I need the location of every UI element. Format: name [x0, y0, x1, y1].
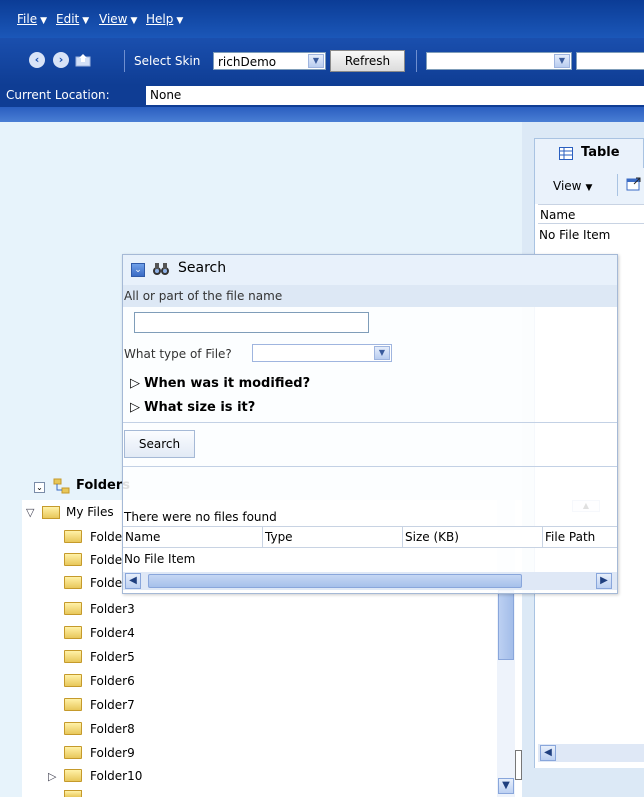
expand-toggle-icon[interactable]: ▷ [48, 770, 56, 783]
folder-icon [64, 553, 82, 566]
binoculars-icon [152, 261, 170, 277]
dialog-divider [123, 422, 617, 423]
tab-table[interactable]: Table [534, 138, 644, 168]
folder-icon [64, 722, 82, 735]
skin-select[interactable]: richDemo ▼ [213, 52, 326, 70]
collapse-icon[interactable]: ⌄ [34, 482, 45, 493]
forward-icon[interactable]: › [53, 52, 69, 68]
skin-select-value: richDemo [218, 55, 277, 69]
file-type-select[interactable]: ▼ [252, 344, 392, 362]
folder-icon [64, 674, 82, 687]
menu-help[interactable]: Help ▼ [146, 12, 183, 26]
folder-icon [64, 650, 82, 663]
back-icon[interactable]: ‹ [29, 52, 45, 68]
toolbar-separator [416, 50, 417, 72]
column-header-size[interactable]: Size (KB) [403, 527, 543, 548]
file-type-label: What type of File? [124, 347, 232, 361]
folder-icon [64, 530, 82, 543]
column-header-name[interactable]: Name [123, 527, 263, 548]
chevron-down-icon: ▼ [374, 346, 390, 360]
menu-file[interactable]: File ▼ [17, 12, 47, 26]
chevron-down-icon: ▼ [554, 54, 570, 68]
dialog-divider [123, 466, 617, 467]
expand-toggle-icon[interactable]: ▽ [26, 506, 34, 519]
folder-icon [64, 576, 82, 589]
current-location-field[interactable]: None [146, 86, 644, 105]
search-button[interactable]: Search [124, 430, 195, 458]
results-hscroll-thumb[interactable] [148, 574, 522, 588]
scroll-left-icon[interactable]: ◀ [540, 745, 556, 761]
search-dialog-title: Search [178, 260, 227, 276]
folder-icon [64, 698, 82, 711]
select-skin-label: Select Skin [134, 54, 201, 68]
tab-table-label: Table [581, 145, 620, 160]
splitter-handle[interactable] [515, 750, 522, 780]
disclosure-triangle-icon: ▷ [130, 400, 145, 415]
folder-tree-icon [53, 478, 71, 494]
folder-icon [64, 602, 82, 615]
scroll-right-icon[interactable]: ▶ [596, 573, 612, 589]
chevron-down-icon: ▼ [308, 54, 324, 68]
header-strip [0, 107, 644, 122]
toolbar-field[interactable] [576, 52, 644, 70]
folder-icon [64, 790, 82, 797]
folder-icon [64, 746, 82, 759]
refresh-button[interactable]: Refresh [330, 50, 405, 72]
secondary-select[interactable]: ▼ [426, 52, 572, 70]
folder-icon [64, 769, 82, 782]
column-header-file-path[interactable]: File Path [543, 527, 617, 548]
table-icon [559, 147, 573, 163]
collapse-icon[interactable]: ⌄ [131, 263, 145, 277]
modified-disclosure[interactable]: ▷ When was it modified? [130, 376, 310, 391]
view-menu[interactable]: View ▼ [553, 179, 592, 193]
menu-view[interactable]: View ▼ [99, 12, 137, 26]
size-disclosure[interactable]: ▷ What size is it? [130, 400, 255, 415]
detach-icon[interactable] [626, 176, 642, 192]
disclosure-triangle-icon: ▷ [130, 376, 145, 391]
toolbar-separator [617, 174, 618, 196]
results-empty-row: No File Item [124, 552, 196, 566]
folder-icon [64, 626, 82, 639]
filename-input[interactable] [134, 312, 369, 333]
tree-root-my-files[interactable]: My Files [66, 505, 114, 519]
current-location-label: Current Location: [6, 88, 110, 102]
folders-vscroll-thumb[interactable] [498, 590, 514, 660]
toolbar-separator [124, 50, 125, 72]
scroll-left-icon[interactable]: ◀ [125, 573, 141, 589]
folder-up-icon[interactable] [75, 53, 92, 67]
table-column-name[interactable]: Name [538, 204, 644, 224]
table-empty-text: No File Item [539, 228, 611, 242]
folder-icon [42, 506, 60, 519]
menu-bar [0, 0, 644, 38]
menu-edit[interactable]: Edit ▼ [56, 12, 89, 26]
column-header-type[interactable]: Type [263, 527, 403, 548]
filename-label: All or part of the file name [124, 289, 283, 303]
search-result-message: There were no files found [124, 510, 277, 524]
scroll-down-icon[interactable]: ▼ [498, 778, 514, 794]
